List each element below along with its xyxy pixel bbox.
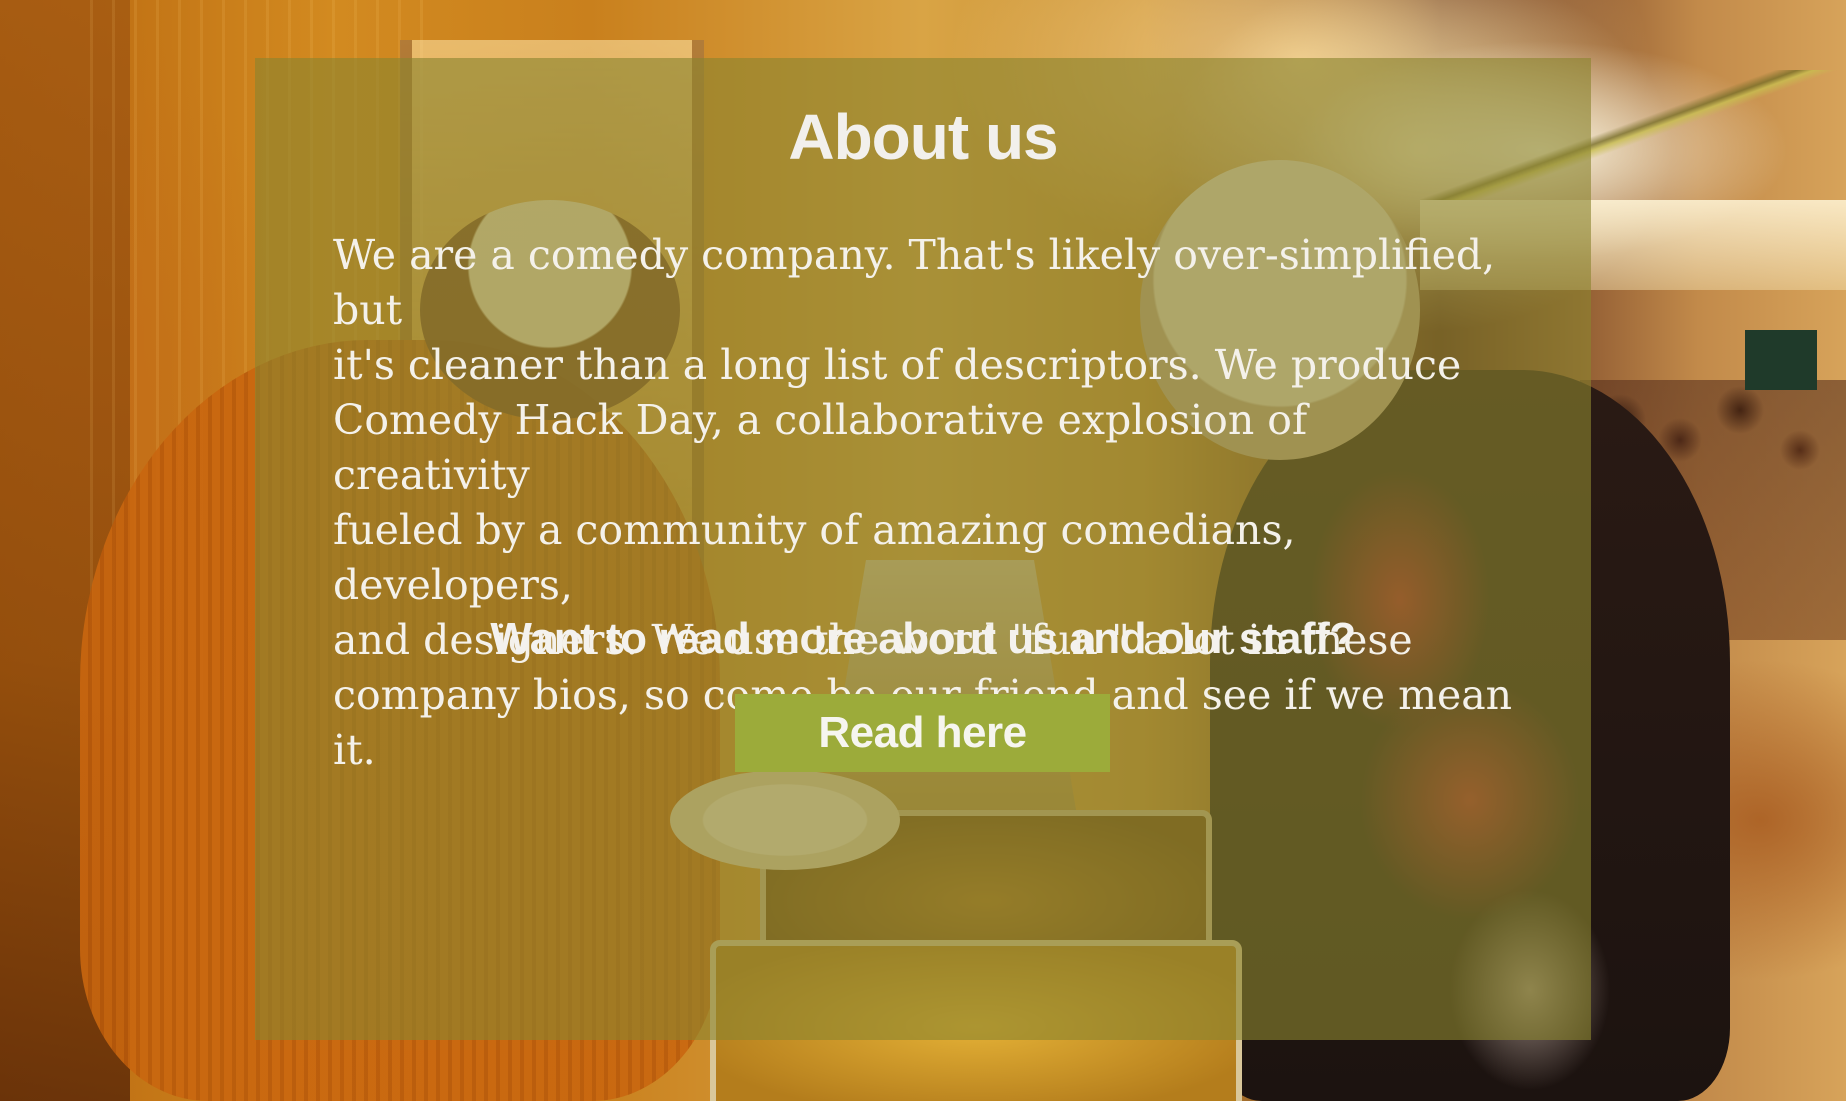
- about-section: About us We are a comedy company. That's…: [0, 0, 1846, 1101]
- section-title: About us: [788, 101, 1058, 173]
- cta-heading: Want to read more about us and our staff…: [490, 614, 1356, 663]
- read-here-button[interactable]: Read here: [735, 694, 1110, 772]
- background-photo-flag: [1745, 330, 1817, 390]
